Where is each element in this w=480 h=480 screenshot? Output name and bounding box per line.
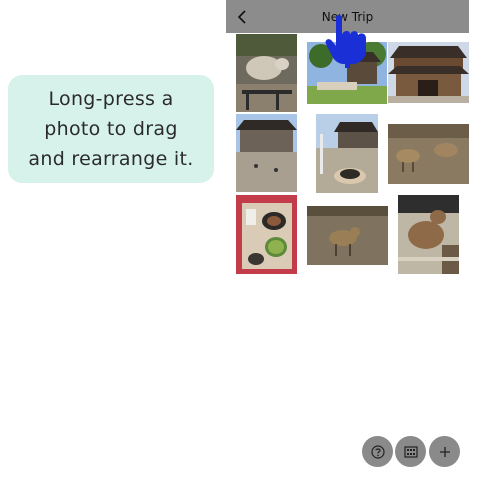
deer-field-photo[interactable]	[388, 124, 469, 184]
temple-gate-photo[interactable]	[388, 42, 469, 103]
pointing-hand-icon	[322, 12, 370, 68]
deer-grass-photo[interactable]	[307, 206, 388, 265]
deer-closeup-photo[interactable]	[398, 195, 459, 274]
slideshow-button[interactable]	[395, 436, 426, 467]
temple-courtyard-photo[interactable]	[236, 114, 297, 192]
film-icon	[403, 445, 418, 458]
tea-set-photo[interactable]	[236, 195, 297, 274]
hint-box: Long-press a photo to drag and rearrange…	[8, 75, 214, 183]
help-icon	[370, 444, 385, 459]
plus-icon	[439, 446, 450, 457]
help-button[interactable]	[362, 436, 393, 467]
hint-line-1: Long-press a	[48, 88, 174, 110]
add-photo-button[interactable]	[429, 436, 460, 467]
hint-line-2: photo to drag	[44, 118, 178, 140]
hint-line-3: and rearrange it.	[28, 148, 194, 170]
sheep-photo[interactable]	[236, 34, 297, 112]
hand-bowl-photo[interactable]	[316, 114, 378, 193]
back-icon[interactable]	[234, 8, 250, 26]
